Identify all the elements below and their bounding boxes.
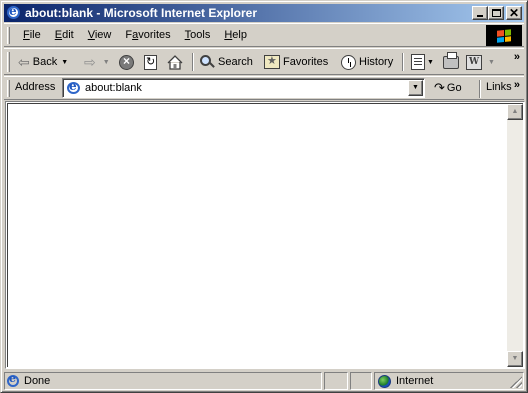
address-bar-grip[interactable] — [7, 80, 10, 97]
favorites-button[interactable]: Favorites — [264, 52, 328, 72]
minimize-icon — [477, 15, 483, 17]
favorites-label: Favorites — [283, 56, 329, 68]
forward-dropdown-icon[interactable]: ▼ — [103, 59, 110, 66]
mail-icon — [411, 54, 425, 70]
mail-dropdown-icon[interactable]: ▼ — [427, 59, 434, 66]
mail-button[interactable]: ▼ — [411, 52, 434, 72]
menu-view[interactable]: View — [81, 29, 119, 41]
history-button[interactable]: History — [341, 52, 393, 72]
page-content[interactable]: ▲ ▼ — [5, 101, 525, 369]
globe-icon — [378, 374, 391, 388]
minimize-button[interactable] — [472, 6, 488, 20]
status-bar: e Done Internet — [4, 371, 524, 390]
edit-word-icon: W — [466, 54, 482, 70]
page-viewport[interactable]: ▲ ▼ — [7, 103, 523, 367]
status-text-pane: e Done — [4, 372, 322, 390]
go-arrow-icon: ↷ — [434, 80, 445, 95]
back-button[interactable]: ⇦ Back ▼ — [18, 52, 68, 72]
home-button[interactable] — [167, 52, 183, 72]
menu-edit[interactable]: Edit — [48, 29, 81, 41]
stop-icon — [119, 54, 134, 70]
close-button[interactable]: ✕ — [506, 6, 522, 20]
status-zone: Internet — [396, 375, 434, 387]
refresh-icon — [144, 54, 157, 70]
status-progress-pane — [324, 372, 348, 390]
toolbar-chevron-icon[interactable]: » — [514, 51, 520, 63]
search-button[interactable]: Search — [200, 52, 253, 72]
maximize-icon — [492, 9, 501, 17]
menu-file[interactable]: File — [16, 29, 48, 41]
back-dropdown-icon[interactable]: ▼ — [61, 59, 68, 66]
browser-window: e about:blank - Microsoft Internet Explo… — [0, 0, 528, 393]
address-bar: Address e ▼ ↷ Go Links » — [4, 76, 524, 100]
resize-grip[interactable] — [510, 376, 522, 388]
toolbar-separator — [192, 53, 194, 71]
menu-bar: File Edit View Favorites Tools Help — [4, 23, 524, 47]
ie-app-icon[interactable]: e — [6, 4, 22, 21]
window-controls: ✕ — [472, 6, 522, 20]
menu-bar-grip[interactable] — [7, 27, 10, 44]
address-dropdown-button[interactable]: ▼ — [408, 80, 423, 96]
menu-tools[interactable]: Tools — [178, 29, 218, 41]
print-icon — [443, 51, 459, 69]
forward-arrow-icon: ⇨ — [84, 53, 96, 70]
edit-button[interactable]: W ▼ — [466, 52, 495, 72]
status-text: Done — [24, 375, 51, 387]
window-title: about:blank - Microsoft Internet Explore… — [25, 6, 258, 20]
address-combobox[interactable]: e ▼ — [62, 78, 425, 98]
stop-button[interactable] — [119, 52, 134, 72]
status-zone-pane: Internet — [374, 372, 524, 390]
home-icon — [167, 54, 183, 70]
go-label: Go — [446, 82, 462, 94]
search-icon — [200, 54, 215, 70]
links-button[interactable]: Links — [486, 81, 512, 93]
ie-page-icon: e — [7, 372, 20, 388]
maximize-button[interactable] — [488, 6, 504, 20]
ie-page-icon: e — [67, 79, 81, 95]
links-separator — [479, 80, 481, 98]
refresh-button[interactable] — [144, 52, 157, 72]
toolbar-separator — [402, 53, 404, 71]
search-label: Search — [218, 56, 253, 68]
windows-logo-throbber — [486, 25, 522, 46]
history-icon — [341, 54, 356, 70]
go-button[interactable]: ↷ Go — [434, 80, 462, 96]
edit-dropdown-icon[interactable]: ▼ — [488, 59, 495, 66]
links-chevron-icon[interactable]: » — [514, 79, 520, 91]
back-label: Back — [32, 56, 58, 68]
address-input[interactable] — [85, 80, 405, 96]
address-label: Address — [15, 81, 56, 93]
forward-button[interactable]: ⇨ ▼ — [84, 52, 110, 72]
history-label: History — [359, 56, 394, 68]
status-lock-pane — [350, 372, 372, 390]
print-button[interactable] — [443, 51, 459, 72]
scroll-down-button[interactable]: ▼ — [507, 351, 523, 367]
close-icon: ✕ — [509, 6, 520, 20]
vertical-scrollbar[interactable]: ▲ ▼ — [507, 104, 523, 367]
menu-help[interactable]: Help — [217, 29, 254, 41]
title-bar[interactable]: e about:blank - Microsoft Internet Explo… — [4, 4, 524, 22]
toolbar-grip[interactable] — [7, 52, 10, 72]
menu-favorites[interactable]: Favorites — [118, 29, 177, 41]
windows-flag-icon — [497, 28, 511, 43]
standard-toolbar: ⇦ Back ▼ ⇨ ▼ Search Favorites — [4, 48, 524, 75]
favorites-icon — [264, 54, 280, 69]
scroll-up-button[interactable]: ▲ — [507, 104, 523, 120]
back-arrow-icon: ⇦ — [18, 53, 30, 70]
